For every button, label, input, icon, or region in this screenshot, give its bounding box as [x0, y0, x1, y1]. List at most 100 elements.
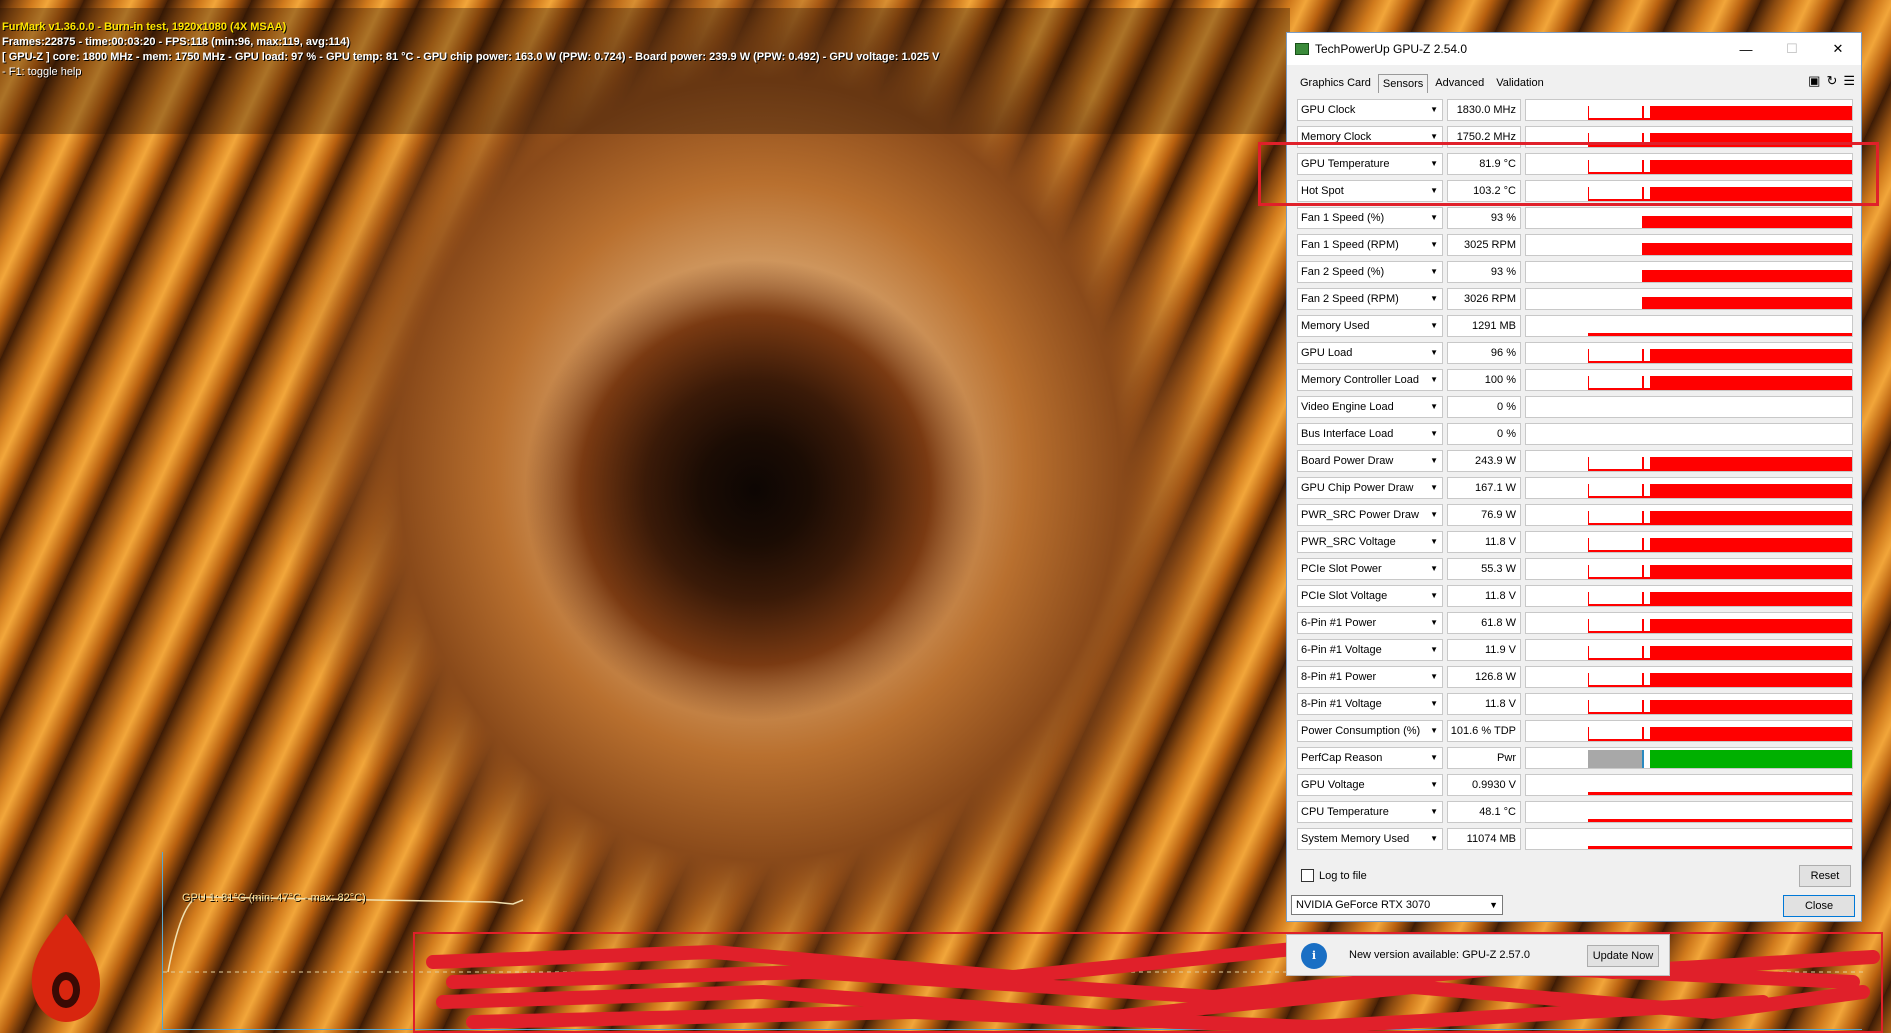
sensor-name-dropdown[interactable]: GPU Chip Power Draw ▼ — [1297, 477, 1443, 499]
sensor-name-dropdown[interactable]: PCIe Slot Voltage ▼ — [1297, 585, 1443, 607]
sensor-name: 8-Pin #1 Voltage — [1301, 698, 1382, 710]
chevron-down-icon: ▼ — [1430, 105, 1438, 114]
graph-baseline — [1588, 712, 1852, 714]
sensor-graph — [1525, 720, 1853, 742]
sensor-name-dropdown[interactable]: Video Engine Load ▼ — [1297, 396, 1443, 418]
sensor-value: 11.8 V — [1447, 585, 1521, 607]
sensor-row: PCIe Slot Power ▼ 55.3 W — [1297, 558, 1853, 580]
sensor-name: Memory Controller Load — [1301, 374, 1419, 386]
chevron-down-icon: ▼ — [1430, 456, 1438, 465]
sensor-name-dropdown[interactable]: 8-Pin #1 Power ▼ — [1297, 666, 1443, 688]
camera-icon[interactable]: ▣ — [1808, 73, 1820, 89]
chevron-down-icon: ▼ — [1430, 402, 1438, 411]
sensor-name-dropdown[interactable]: Memory Used ▼ — [1297, 315, 1443, 337]
reset-button[interactable]: Reset — [1799, 865, 1851, 887]
sensor-row: PCIe Slot Voltage ▼ 11.8 V — [1297, 585, 1853, 607]
chevron-down-icon: ▼ — [1430, 267, 1438, 276]
menu-icon[interactable]: ☰ — [1843, 73, 1855, 89]
tab-validation[interactable]: Validation — [1491, 73, 1549, 93]
refresh-icon[interactable]: ↻ — [1826, 73, 1837, 89]
sensor-value: 11.8 V — [1447, 531, 1521, 553]
maximize-icon[interactable]: ☐ — [1769, 33, 1815, 65]
graph-baseline — [1588, 469, 1852, 471]
osd-help: - F1: toggle help — [2, 66, 82, 78]
sensor-graph — [1525, 450, 1853, 472]
sensor-name-dropdown[interactable]: CPU Temperature ▼ — [1297, 801, 1443, 823]
graph-baseline — [1588, 361, 1852, 363]
chevron-down-icon: ▼ — [1430, 672, 1438, 681]
sensor-name-dropdown[interactable]: Fan 1 Speed (RPM) ▼ — [1297, 234, 1443, 256]
sensor-name-dropdown[interactable]: Fan 1 Speed (%) ▼ — [1297, 207, 1443, 229]
sensor-name-dropdown[interactable]: 6-Pin #1 Power ▼ — [1297, 612, 1443, 634]
chevron-down-icon: ▼ — [1430, 294, 1438, 303]
sensor-name-dropdown[interactable]: PWR_SRC Power Draw ▼ — [1297, 504, 1443, 526]
sensor-value: 1291 MB — [1447, 315, 1521, 337]
sensor-graph — [1525, 369, 1853, 391]
info-icon: i — [1301, 943, 1327, 969]
sensor-name-dropdown[interactable]: Bus Interface Load ▼ — [1297, 423, 1443, 445]
sensor-name: System Memory Used — [1301, 833, 1410, 845]
sensor-name-dropdown[interactable]: PerfCap Reason ▼ — [1297, 747, 1443, 769]
sensor-name-dropdown[interactable]: 6-Pin #1 Voltage ▼ — [1297, 639, 1443, 661]
update-now-button[interactable]: Update Now — [1587, 945, 1659, 967]
sensor-row: GPU Clock ▼ 1830.0 MHz — [1297, 99, 1853, 121]
minimize-icon[interactable]: — — [1723, 33, 1769, 65]
chevron-down-icon: ▼ — [1430, 429, 1438, 438]
sensor-graph — [1525, 207, 1853, 229]
sensor-name: Power Consumption (%) — [1301, 725, 1421, 737]
sensor-row: GPU Voltage ▼ 0.9930 V — [1297, 774, 1853, 796]
sensor-graph — [1525, 747, 1853, 769]
osd-title: FurMark v1.36.0.0 - Burn-in test, 1920x1… — [2, 21, 287, 33]
sensor-name-dropdown[interactable]: GPU Clock ▼ — [1297, 99, 1443, 121]
sensor-value: 243.9 W — [1447, 450, 1521, 472]
sensor-value: 126.8 W — [1447, 666, 1521, 688]
tab-advanced[interactable]: Advanced — [1430, 73, 1489, 93]
sensor-name-dropdown[interactable]: System Memory Used ▼ — [1297, 828, 1443, 850]
sensor-name-dropdown[interactable]: PCIe Slot Power ▼ — [1297, 558, 1443, 580]
chevron-down-icon: ▼ — [1489, 900, 1498, 910]
close-button[interactable]: Close — [1783, 895, 1855, 917]
sensor-name-dropdown[interactable]: Fan 2 Speed (RPM) ▼ — [1297, 288, 1443, 310]
sensor-name-dropdown[interactable]: Memory Controller Load ▼ — [1297, 369, 1443, 391]
sensor-name: 8-Pin #1 Power — [1301, 671, 1377, 683]
sensor-name-dropdown[interactable]: PWR_SRC Voltage ▼ — [1297, 531, 1443, 553]
sensor-value: 93 % — [1447, 207, 1521, 229]
sensor-name-dropdown[interactable]: GPU Load ▼ — [1297, 342, 1443, 364]
sensor-graph — [1525, 774, 1853, 796]
title-bar[interactable]: TechPowerUp GPU-Z 2.54.0 — ☐ ✕ — [1287, 33, 1861, 65]
graph-baseline — [1588, 496, 1852, 498]
sensor-name: PerfCap Reason — [1301, 752, 1383, 764]
sensor-name-dropdown[interactable]: Fan 2 Speed (%) ▼ — [1297, 261, 1443, 283]
chevron-down-icon: ▼ — [1430, 834, 1438, 843]
graph-baseline — [1588, 118, 1852, 120]
tab-graphics-card[interactable]: Graphics Card — [1295, 73, 1376, 93]
sensor-name-dropdown[interactable]: Power Consumption (%) ▼ — [1297, 720, 1443, 742]
sensor-value: 1830.0 MHz — [1447, 99, 1521, 121]
graph-fill — [1642, 216, 1852, 228]
graph-baseline — [1588, 523, 1852, 525]
chevron-down-icon: ▼ — [1430, 591, 1438, 600]
sensor-row: Fan 1 Speed (RPM) ▼ 3025 RPM — [1297, 234, 1853, 256]
sensor-name-dropdown[interactable]: GPU Voltage ▼ — [1297, 774, 1443, 796]
sensor-name: GPU Chip Power Draw — [1301, 482, 1414, 494]
gpu-select-value: NVIDIA GeForce RTX 3070 — [1296, 899, 1431, 911]
sensor-graph — [1525, 639, 1853, 661]
close-icon[interactable]: ✕ — [1815, 33, 1861, 65]
tab-sensors[interactable]: Sensors — [1377, 74, 1429, 93]
log-checkbox[interactable] — [1301, 869, 1314, 882]
sensor-row: GPU Load ▼ 96 % — [1297, 342, 1853, 364]
log-to-file[interactable]: Log to file — [1301, 869, 1367, 882]
gpu-select[interactable]: NVIDIA GeForce RTX 3070 ▼ — [1291, 895, 1503, 915]
chevron-down-icon: ▼ — [1430, 348, 1438, 357]
sensor-graph — [1525, 342, 1853, 364]
sensor-row: Fan 2 Speed (RPM) ▼ 3026 RPM — [1297, 288, 1853, 310]
sensor-row: PWR_SRC Voltage ▼ 11.8 V — [1297, 531, 1853, 553]
sensor-graph — [1525, 234, 1853, 256]
sensor-graph — [1525, 531, 1853, 553]
chevron-down-icon: ▼ — [1430, 483, 1438, 492]
sensor-name-dropdown[interactable]: Board Power Draw ▼ — [1297, 450, 1443, 472]
sensor-name: Board Power Draw — [1301, 455, 1394, 467]
sensor-name-dropdown[interactable]: 8-Pin #1 Voltage ▼ — [1297, 693, 1443, 715]
sensor-name: PWR_SRC Voltage — [1301, 536, 1396, 548]
gpuz-app-icon — [1295, 43, 1309, 55]
